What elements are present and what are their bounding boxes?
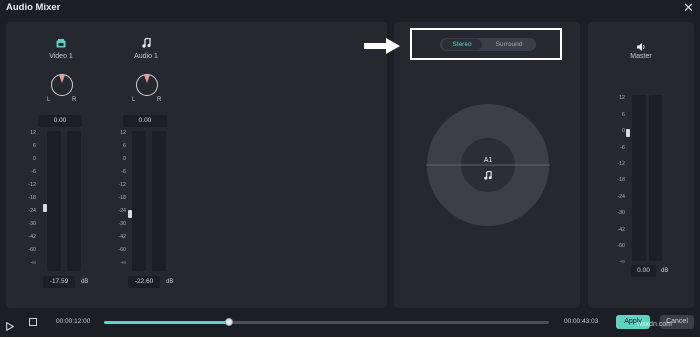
timeline-progress: [104, 321, 229, 324]
scale-tick: -60: [118, 247, 126, 253]
window-title: Audio Mixer: [6, 2, 61, 13]
pan-right-label: R: [157, 97, 162, 103]
scale-tick: -30: [28, 221, 36, 227]
level-meter-right: [67, 131, 81, 271]
scale-tick: -30: [118, 221, 126, 227]
scale-tick: 12: [120, 130, 126, 136]
master-label: Master: [630, 53, 652, 60]
pan-value-field[interactable]: 0.00: [123, 115, 167, 127]
scale-tick: 0: [622, 128, 625, 134]
title-bar: [0, 0, 700, 18]
pan-marker: [144, 75, 150, 83]
video-track-icon: [56, 35, 66, 48]
db-value-field[interactable]: -17.59: [43, 276, 75, 288]
scale-tick: -∞: [30, 260, 36, 266]
db-scale: 12 6 0 -6 -12 -18 -24 -30 -42 -60 -∞: [22, 130, 36, 270]
master-db-scale: 12 6 0 -6 -12 -18 -24 -30 -42 -60 -∞: [611, 95, 625, 270]
master-db-value-field[interactable]: 0.00: [631, 265, 656, 277]
scale-tick: -60: [617, 243, 625, 249]
master-fader-handle[interactable]: [626, 129, 630, 137]
scale-tick: 6: [33, 143, 36, 149]
scale-tick: -42: [28, 234, 36, 240]
surround-mode-button[interactable]: Surround: [486, 39, 532, 50]
pan-left-label: L: [132, 97, 136, 103]
tracks-panel: [6, 22, 387, 308]
pan-left-label: L: [47, 97, 51, 103]
scale-tick: 6: [622, 112, 625, 118]
scale-tick: -18: [617, 177, 625, 183]
scale-tick: -∞: [120, 260, 126, 266]
scale-tick: -18: [118, 195, 126, 201]
scale-tick: -6: [121, 169, 126, 175]
track-name: Video 1: [49, 53, 73, 60]
level-meter-right: [152, 131, 166, 271]
track-name: Audio 1: [134, 53, 158, 60]
scale-tick: -24: [28, 208, 36, 214]
close-icon[interactable]: ✕: [683, 0, 694, 16]
db-unit-label: dB: [661, 268, 669, 274]
volume-fader-handle[interactable]: [128, 210, 132, 218]
volume-fader-handle[interactable]: [43, 204, 47, 212]
scale-tick: -∞: [619, 259, 625, 265]
scale-tick: -24: [118, 208, 126, 214]
master-meter-left: [632, 95, 646, 261]
panner-source-label: A1: [483, 157, 493, 164]
scale-tick: 0: [123, 156, 126, 162]
timeline-playhead[interactable]: [224, 318, 233, 326]
total-time: 00:00:43:03: [564, 318, 599, 325]
scale-tick: -12: [28, 182, 36, 188]
scale-tick: -18: [28, 195, 36, 201]
scale-tick: 0: [33, 156, 36, 162]
master-meter-right: [649, 95, 662, 261]
pan-right-label: R: [72, 97, 77, 103]
scale-tick: -42: [617, 227, 625, 233]
db-value-field[interactable]: -22.60: [128, 276, 160, 288]
stereo-mode-button[interactable]: Stereo: [442, 39, 482, 50]
scale-tick: -6: [620, 145, 625, 151]
speaker-icon: [637, 38, 646, 51]
scale-tick: -6: [31, 169, 36, 175]
scale-tick: -60: [28, 247, 36, 253]
db-scale: 12 6 0 -6 -12 -18 -24 -30 -42 -60 -∞: [112, 130, 126, 270]
music-note-icon: [142, 35, 151, 48]
current-time: 00:00:12:00: [56, 318, 91, 325]
scale-tick: -12: [118, 182, 126, 188]
db-unit-label: dB: [166, 279, 174, 285]
pan-marker: [59, 75, 65, 83]
panner-field[interactable]: [426, 103, 550, 227]
play-button[interactable]: [6, 318, 15, 332]
db-unit-label: dB: [81, 279, 89, 285]
scale-tick: -30: [617, 210, 625, 216]
scale-tick: 6: [123, 143, 126, 149]
level-meter-left: [47, 131, 61, 271]
stop-button[interactable]: [29, 318, 37, 326]
pan-value-field[interactable]: 0.00: [38, 115, 82, 127]
arrow-right-icon: [364, 38, 400, 54]
watermark: wsxdn.com: [637, 321, 673, 328]
scale-tick: -12: [617, 161, 625, 167]
level-meter-left: [132, 131, 146, 271]
scale-tick: -42: [118, 234, 126, 240]
scale-tick: 12: [619, 95, 625, 101]
scale-tick: -24: [617, 194, 625, 200]
panner-source-icon[interactable]: [484, 167, 492, 180]
scale-tick: 12: [30, 130, 36, 136]
